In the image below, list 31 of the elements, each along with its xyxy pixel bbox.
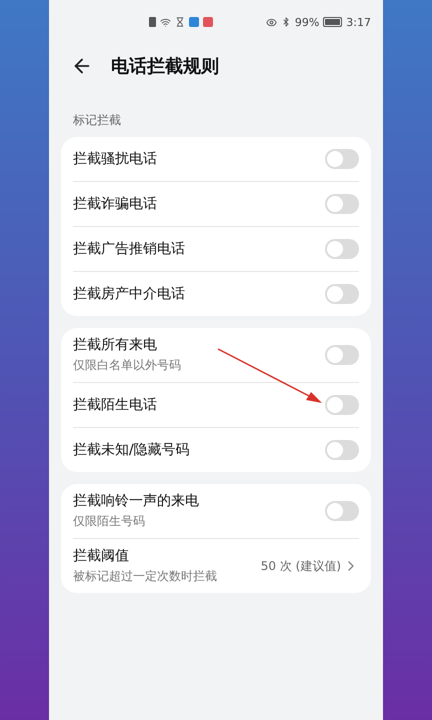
setting-title: 拦截广告推销电话 [73, 240, 186, 258]
setting-description: 被标记超过一定次数时拦截 [73, 568, 218, 585]
battery-icon [323, 17, 342, 27]
setting-title: 拦截响铃一声的来电 [73, 492, 200, 510]
page-title: 电话拦截规则 [111, 55, 219, 78]
toggle-switch[interactable] [325, 440, 359, 460]
setting-title: 拦截诈骗电话 [73, 195, 158, 213]
toggle-switch[interactable] [325, 239, 359, 259]
eye-icon [266, 16, 277, 28]
toggle-switch[interactable] [325, 345, 359, 365]
setting-description: 仅限陌生号码 [73, 513, 146, 530]
hourglass-icon [175, 17, 185, 27]
toggle-switch[interactable] [325, 194, 359, 214]
toggle-switch[interactable] [325, 284, 359, 304]
wifi-icon [160, 16, 171, 28]
section-label: 标记拦截 [72, 112, 122, 129]
setting-description: 仅限白名单以外号码 [73, 357, 182, 374]
clock: 3:17 [346, 16, 371, 28]
battery-level: 99% [294, 16, 320, 28]
toggle-switch[interactable] [325, 149, 359, 169]
toggle-switch[interactable] [325, 395, 359, 415]
setting-title: 拦截阈值 [73, 547, 130, 565]
setting-title: 拦截未知/隐藏号码 [73, 441, 191, 459]
toggle-switch[interactable] [325, 501, 359, 521]
setting-title: 拦截骚扰电话 [73, 150, 158, 168]
setting-title: 拦截所有来电 [73, 336, 158, 354]
setting-title: 拦截房产中介电话 [73, 285, 186, 303]
setting-value: 50 次 (建议值) [260, 558, 341, 574]
sim-icon [149, 17, 156, 27]
setting-title: 拦截陌生电话 [73, 396, 158, 414]
bluetooth-icon [280, 17, 291, 27]
